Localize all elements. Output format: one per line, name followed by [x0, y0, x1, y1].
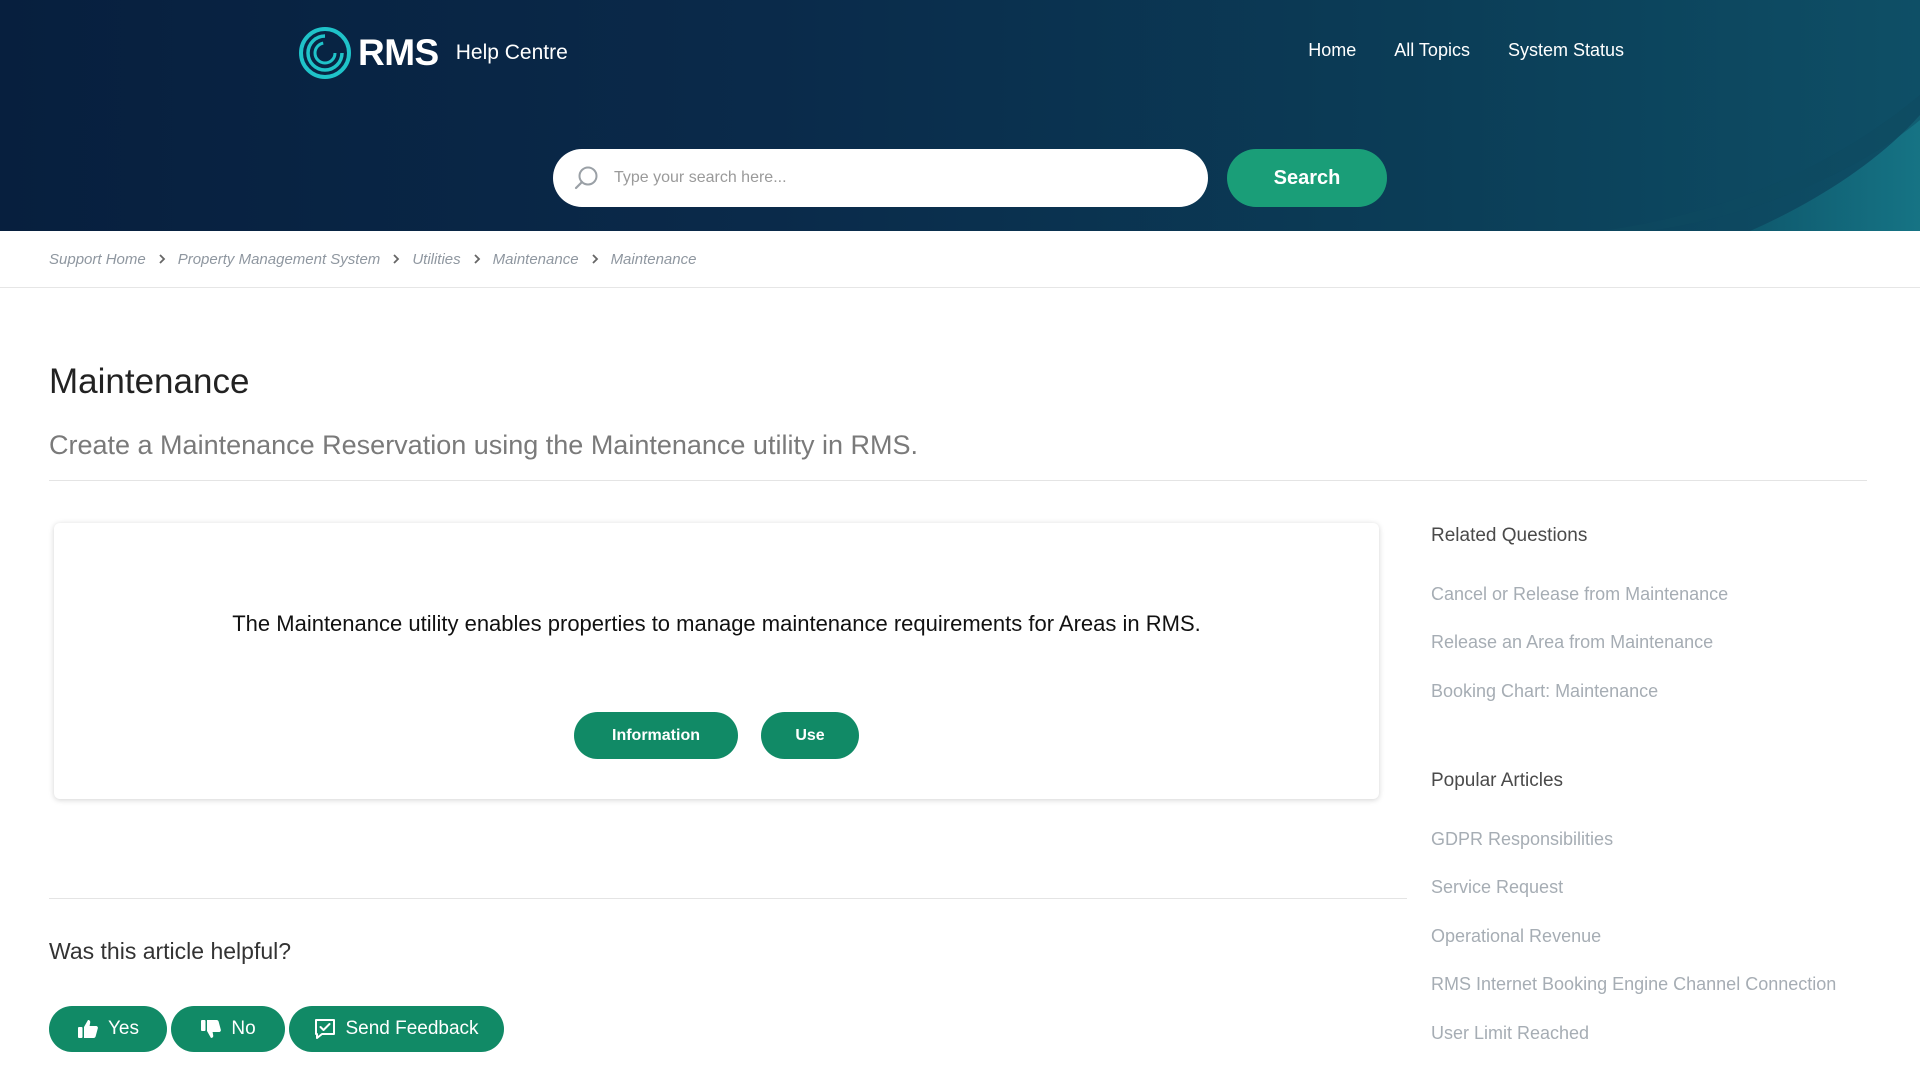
nav-system-status[interactable]: System Status: [1508, 40, 1624, 61]
search-input[interactable]: [614, 169, 1174, 187]
no-button[interactable]: No: [171, 1006, 285, 1052]
brand-name: RMS: [358, 32, 439, 73]
feedback-actions: Yes No Send Feedback: [49, 1006, 504, 1052]
breadcrumb: Support Home Property Management System …: [0, 231, 1920, 288]
article-card: The Maintenance utility enables properti…: [54, 523, 1379, 799]
related-link[interactable]: Booking Chart: Maintenance: [1431, 681, 1658, 702]
breadcrumb-support-home[interactable]: Support Home: [49, 251, 146, 268]
breadcrumb-maintenance[interactable]: Maintenance: [493, 251, 579, 268]
nav-home[interactable]: Home: [1308, 40, 1356, 61]
breadcrumb-utilities[interactable]: Utilities: [412, 251, 460, 268]
brand-logo[interactable]: RMS Help Centre: [298, 26, 568, 80]
nav-all-topics[interactable]: All Topics: [1394, 40, 1470, 61]
breadcrumb-current: Maintenance: [610, 250, 697, 268]
related-link[interactable]: Cancel or Release from Maintenance: [1431, 584, 1728, 605]
send-feedback-button[interactable]: Send Feedback: [289, 1006, 504, 1052]
yes-label: Yes: [108, 1018, 139, 1039]
thumbs-up-icon: [78, 1020, 98, 1038]
thumbs-down-icon: [201, 1020, 222, 1038]
related-link[interactable]: Release an Area from Maintenance: [1431, 632, 1713, 653]
popular-link[interactable]: User Limit Reached: [1431, 1023, 1589, 1044]
chevron-right-icon: [159, 254, 165, 264]
popular-articles-heading: Popular Articles: [1431, 770, 1564, 791]
breadcrumb-pms[interactable]: Property Management System: [178, 251, 381, 268]
top-nav: Home All Topics System Status: [1308, 40, 1624, 61]
divider: [49, 898, 1407, 899]
popular-link[interactable]: Service Request: [1431, 877, 1563, 898]
article-actions: Information Use: [54, 712, 1379, 759]
header-banner: RMS Help Centre Home All Topics System S…: [0, 0, 1920, 231]
chevron-right-icon: [591, 254, 598, 264]
chevron-right-icon: [393, 254, 400, 264]
brand-subtitle: Help Centre: [455, 41, 568, 64]
popular-link[interactable]: RMS Internet Booking Engine Channel Conn…: [1431, 974, 1836, 995]
related-questions-heading: Related Questions: [1431, 525, 1588, 546]
feedback-icon: [315, 1019, 336, 1039]
popular-link[interactable]: GDPR Responsibilities: [1431, 829, 1613, 850]
no-label: No: [231, 1018, 256, 1039]
page-subtitle: Create a Maintenance Reservation using t…: [49, 430, 918, 460]
search-button[interactable]: Search: [1227, 149, 1387, 207]
send-feedback-label: Send Feedback: [345, 1018, 479, 1039]
information-button[interactable]: Information: [574, 712, 738, 759]
rms-logo-icon: [299, 27, 351, 79]
use-button[interactable]: Use: [761, 712, 859, 759]
page-title: Maintenance: [49, 362, 250, 401]
search-bar: [553, 149, 1208, 207]
popular-link[interactable]: Operational Revenue: [1431, 926, 1601, 947]
helpful-question: Was this article helpful?: [49, 938, 292, 964]
article-body: The Maintenance utility enables properti…: [232, 611, 1201, 636]
divider: [49, 480, 1867, 481]
chevron-right-icon: [474, 254, 480, 264]
yes-button[interactable]: Yes: [49, 1006, 167, 1052]
search-icon: [574, 166, 598, 190]
